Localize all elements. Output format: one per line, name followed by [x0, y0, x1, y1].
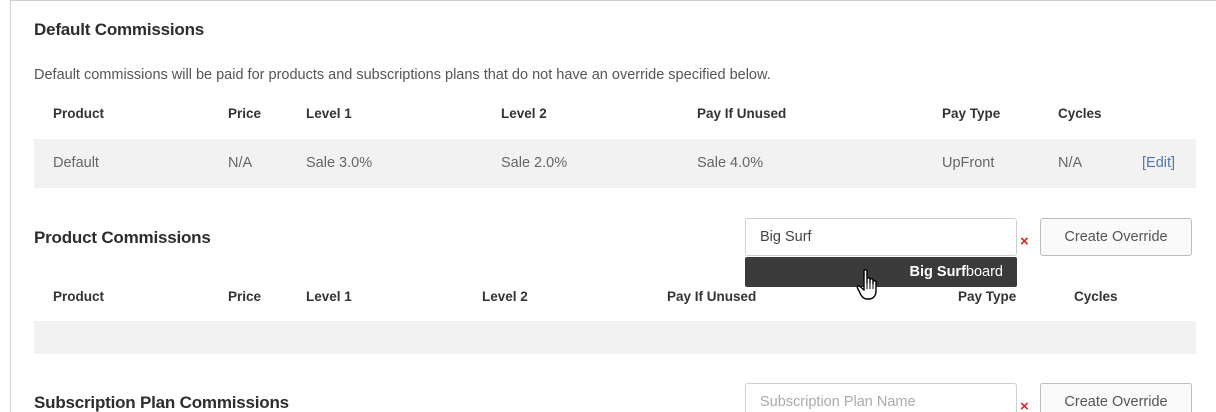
col-header-pay-if-unused: Pay If Unused — [667, 289, 757, 304]
cell-level-1: Sale 3.0% — [306, 155, 373, 171]
hand-pointer-icon — [856, 269, 877, 300]
cell-pay-if-unused: Sale 4.0% — [697, 155, 764, 171]
col-header-level-1: Level 1 — [306, 106, 352, 121]
col-header-price: Price — [228, 289, 262, 304]
cell-pay-type: UpFront — [942, 155, 995, 171]
col-header-pay-type: Pay Type — [942, 106, 1001, 121]
col-header-price: Price — [228, 106, 262, 121]
table-row — [34, 139, 1196, 188]
create-override-button[interactable]: Create Override — [1040, 383, 1192, 412]
suggestion-rest-text: board — [965, 264, 1003, 280]
col-header-cycles: Cycles — [1058, 106, 1102, 121]
col-header-pay-type: Pay Type — [958, 289, 1017, 304]
col-header-level-1: Level 1 — [306, 289, 352, 304]
col-header-product: Product — [53, 106, 105, 121]
col-header-cycles: Cycles — [1074, 289, 1118, 304]
col-header-level-2: Level 2 — [482, 289, 528, 304]
col-header-level-2: Level 2 — [501, 106, 547, 121]
edit-link[interactable]: [Edit] — [1142, 155, 1175, 171]
col-header-product: Product — [53, 289, 105, 304]
product-search-input[interactable] — [745, 218, 1017, 256]
empty-table-row — [34, 321, 1196, 354]
cell-cycles: N/A — [1058, 155, 1083, 171]
product-commissions-title: Product Commissions — [34, 228, 211, 247]
cell-price: N/A — [228, 155, 253, 171]
default-commissions-description: Default commissions will be paid for pro… — [34, 67, 771, 83]
clear-icon[interactable]: × — [1020, 398, 1029, 412]
subscription-plan-search-input[interactable] — [745, 383, 1017, 412]
cell-level-2: Sale 2.0% — [501, 155, 568, 171]
create-override-button[interactable]: Create Override — [1040, 218, 1192, 256]
default-commissions-title: Default Commissions — [34, 20, 205, 39]
suggestion-match-text: Big Surf — [909, 264, 966, 280]
clear-icon[interactable]: × — [1020, 233, 1029, 250]
col-header-pay-if-unused: Pay If Unused — [697, 106, 787, 121]
cell-product: Default — [53, 155, 99, 171]
subscription-commissions-title: Subscription Plan Commissions — [34, 393, 289, 412]
